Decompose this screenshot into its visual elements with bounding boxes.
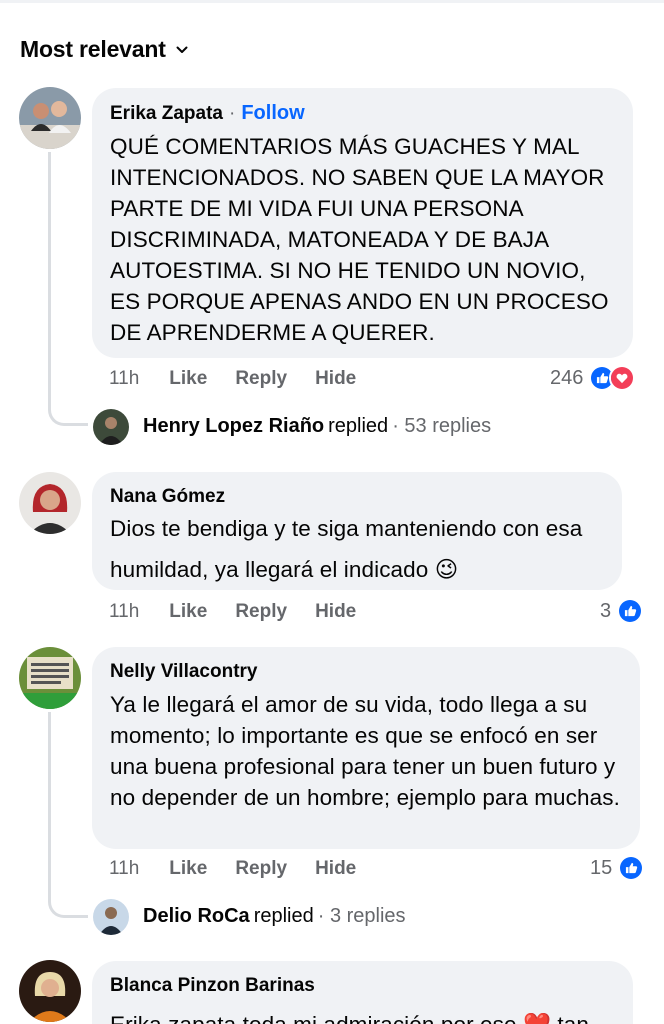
comment-actions: 11h Like Reply Hide: [109, 368, 384, 390]
comment-text: Ya le llegará el amor de su vida, todo l…: [110, 692, 620, 810]
love-reaction-icon: [609, 365, 636, 391]
reaction-count: 246: [550, 366, 584, 389]
follow-button[interactable]: Follow: [241, 102, 304, 125]
reaction-count: 15: [590, 856, 613, 879]
hide-button[interactable]: Hide: [315, 601, 356, 623]
thread-line: [48, 152, 51, 406]
thread-connector: [48, 896, 88, 918]
like-button[interactable]: Like: [169, 368, 207, 390]
reply-author: Delio RoCa: [143, 905, 250, 927]
comment-author[interactable]: Nelly Villacontry: [110, 661, 258, 683]
comment-author[interactable]: Nana Gómez: [110, 486, 225, 508]
replies-count: · 3 replies: [317, 905, 406, 927]
comment-time[interactable]: 11h: [109, 601, 139, 623]
thread-connector: [48, 404, 88, 426]
chevron-down-icon: [176, 46, 188, 53]
sort-dropdown[interactable]: Most relevant: [20, 36, 188, 63]
reaction-summary[interactable]: 3: [600, 598, 644, 624]
top-divider: [0, 0, 664, 3]
comment-text: Dios te bendiga y te siga manteniendo co…: [110, 516, 583, 582]
comment-author[interactable]: Erika Zapata: [110, 103, 223, 125]
avatar[interactable]: [19, 472, 81, 534]
comment-actions: 11h Like Reply Hide: [109, 601, 384, 623]
comment-bubble: Erika Zapata · Follow QUÉ COMENTARIOS MÁ…: [92, 88, 633, 358]
reply-avatar[interactable]: [93, 409, 129, 445]
reply-button[interactable]: Reply: [235, 858, 287, 880]
avatar[interactable]: [19, 87, 81, 149]
sort-label: Most relevant: [20, 36, 166, 62]
reaction-summary[interactable]: 15: [590, 855, 645, 881]
reply-avatar[interactable]: [93, 899, 129, 935]
comment-text: QUÉ COMENTARIOS MÁS GUACHES Y MAL INTENC…: [110, 134, 609, 345]
comment-actions: 11h Like Reply Hide: [109, 858, 384, 880]
comment-text: Erika zapata toda mi admiración por ese …: [110, 1009, 615, 1024]
avatar[interactable]: [19, 960, 81, 1022]
replies-count: · 53 replies: [392, 415, 492, 437]
replied-label: replied: [253, 905, 314, 927]
hide-button[interactable]: Hide: [315, 858, 356, 880]
comment-bubble: Nana Gómez Dios te bendiga y te siga man…: [92, 472, 622, 590]
reply-button[interactable]: Reply: [235, 368, 287, 390]
comment-author[interactable]: Blanca Pinzon Barinas: [110, 975, 315, 997]
reply-button[interactable]: Reply: [235, 601, 287, 623]
comment-bubble: Blanca Pinzon Barinas Erika zapata toda …: [92, 961, 633, 1024]
view-replies-link[interactable]: Delio RoCa replied · 3 replies: [143, 905, 406, 928]
replied-label: replied: [328, 415, 389, 437]
comment-time[interactable]: 11h: [109, 858, 139, 880]
hide-button[interactable]: Hide: [315, 368, 356, 390]
avatar[interactable]: [19, 647, 81, 709]
view-replies-link[interactable]: Henry Lopez Riaño replied · 53 replies: [143, 415, 491, 438]
reaction-count: 3: [600, 599, 612, 622]
like-button[interactable]: Like: [169, 601, 207, 623]
comment-bubble: Nelly Villacontry Ya le llegará el amor …: [92, 647, 640, 849]
like-reaction-icon: [617, 598, 644, 624]
like-reaction-icon: [618, 855, 645, 881]
like-button[interactable]: Like: [169, 858, 207, 880]
separator-dot: ·: [229, 103, 236, 124]
comment-time[interactable]: 11h: [109, 368, 139, 390]
reaction-summary[interactable]: 246: [550, 365, 636, 391]
reply-author: Henry Lopez Riaño: [143, 415, 325, 437]
thread-line: [48, 712, 51, 898]
